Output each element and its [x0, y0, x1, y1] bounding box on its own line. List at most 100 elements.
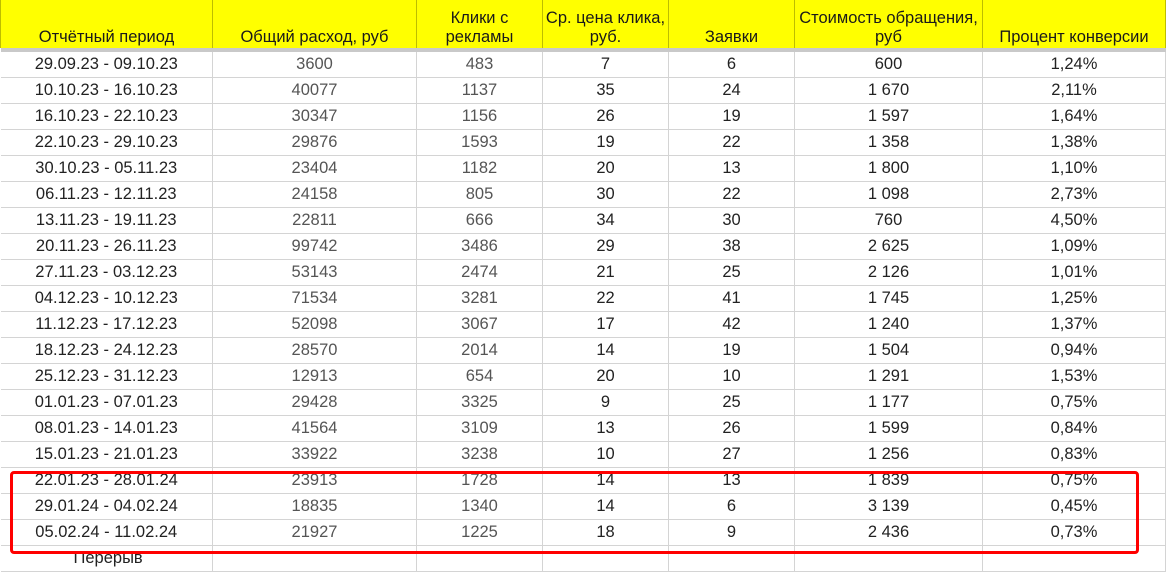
table-cell[interactable] [794, 545, 983, 572]
click-price-cell[interactable]: 14 [542, 337, 669, 364]
clicks-cell[interactable]: 3067 [416, 311, 543, 338]
click-price-cell[interactable]: 34 [542, 207, 669, 234]
conversion-cell[interactable]: 1,38% [982, 129, 1166, 156]
requests-cell[interactable]: 19 [668, 103, 795, 130]
period-cell[interactable]: 22.01.23 - 28.01.24 [0, 467, 213, 494]
period-cell[interactable]: 05.02.24 - 11.02.24 [0, 519, 213, 546]
requests-cell[interactable]: 13 [668, 155, 795, 182]
request-cost-cell[interactable]: 1 256 [794, 441, 983, 468]
clicks-cell[interactable]: 1340 [416, 493, 543, 520]
conversion-cell[interactable]: 0,83% [982, 441, 1166, 468]
clicks-cell[interactable]: 1137 [416, 77, 543, 104]
clicks-cell[interactable]: 3238 [416, 441, 543, 468]
requests-cell[interactable]: 24 [668, 77, 795, 104]
requests-cell[interactable]: 38 [668, 233, 795, 260]
click-price-cell[interactable]: 9 [542, 389, 669, 416]
spend-cell[interactable]: 41564 [212, 415, 417, 442]
table-cell[interactable] [668, 545, 795, 572]
clicks-cell[interactable]: 654 [416, 363, 543, 390]
spend-cell[interactable]: 53143 [212, 259, 417, 286]
spend-cell[interactable]: 12913 [212, 363, 417, 390]
period-cell[interactable]: 15.01.23 - 21.01.23 [0, 441, 213, 468]
requests-cell[interactable]: 27 [668, 441, 795, 468]
period-cell[interactable]: 01.01.23 - 07.01.23 [0, 389, 213, 416]
request-cost-cell[interactable]: 2 625 [794, 233, 983, 260]
request-cost-cell[interactable]: 1 291 [794, 363, 983, 390]
period-cell[interactable]: 25.12.23 - 31.12.23 [0, 363, 213, 390]
table-cell[interactable] [982, 545, 1166, 572]
spend-cell[interactable]: 18835 [212, 493, 417, 520]
period-cell[interactable]: 08.01.23 - 14.01.23 [0, 415, 213, 442]
request-cost-cell[interactable]: 1 177 [794, 389, 983, 416]
request-cost-cell[interactable]: 1 358 [794, 129, 983, 156]
period-cell[interactable]: 04.12.23 - 10.12.23 [0, 285, 213, 312]
requests-cell[interactable]: 22 [668, 181, 795, 208]
request-cost-cell[interactable]: 760 [794, 207, 983, 234]
click-price-cell[interactable]: 19 [542, 129, 669, 156]
conversion-cell[interactable]: 0,84% [982, 415, 1166, 442]
click-price-cell[interactable]: 35 [542, 77, 669, 104]
click-price-cell[interactable]: 26 [542, 103, 669, 130]
spend-cell[interactable]: 28570 [212, 337, 417, 364]
conversion-cell[interactable]: 1,64% [982, 103, 1166, 130]
conversion-cell[interactable]: 1,09% [982, 233, 1166, 260]
conversion-cell[interactable]: 0,75% [982, 389, 1166, 416]
column-header-conversion-rate[interactable]: Процент конверсии [982, 0, 1166, 48]
clicks-cell[interactable]: 1225 [416, 519, 543, 546]
clicks-cell[interactable]: 483 [416, 52, 543, 78]
clicks-cell[interactable]: 666 [416, 207, 543, 234]
click-price-cell[interactable]: 17 [542, 311, 669, 338]
click-price-cell[interactable]: 22 [542, 285, 669, 312]
clicks-cell[interactable]: 1156 [416, 103, 543, 130]
request-cost-cell[interactable]: 1 745 [794, 285, 983, 312]
click-price-cell[interactable]: 13 [542, 415, 669, 442]
column-header-total-spend[interactable]: Общий расход, руб [212, 0, 417, 48]
request-cost-cell[interactable]: 1 839 [794, 467, 983, 494]
requests-cell[interactable]: 6 [668, 52, 795, 78]
click-price-cell[interactable]: 18 [542, 519, 669, 546]
requests-cell[interactable]: 6 [668, 493, 795, 520]
spend-cell[interactable]: 29428 [212, 389, 417, 416]
conversion-cell[interactable]: 1,53% [982, 363, 1166, 390]
period-cell[interactable]: 27.11.23 - 03.12.23 [0, 259, 213, 286]
table-cell[interactable] [542, 545, 669, 572]
column-header-avg-click-price[interactable]: Ср. цена клика, руб. [542, 0, 669, 48]
conversion-cell[interactable]: 0,94% [982, 337, 1166, 364]
click-price-cell[interactable]: 20 [542, 155, 669, 182]
period-cell[interactable]: 06.11.23 - 12.11.23 [0, 181, 213, 208]
requests-cell[interactable]: 25 [668, 259, 795, 286]
request-cost-cell[interactable]: 1 504 [794, 337, 983, 364]
period-cell[interactable]: 22.10.23 - 29.10.23 [0, 129, 213, 156]
spend-cell[interactable]: 30347 [212, 103, 417, 130]
period-cell[interactable]: 30.10.23 - 05.11.23 [0, 155, 213, 182]
requests-cell[interactable]: 10 [668, 363, 795, 390]
spend-cell[interactable]: 40077 [212, 77, 417, 104]
click-price-cell[interactable]: 14 [542, 493, 669, 520]
clicks-cell[interactable]: 1182 [416, 155, 543, 182]
conversion-cell[interactable]: 4,50% [982, 207, 1166, 234]
spend-cell[interactable]: 3600 [212, 52, 417, 78]
conversion-cell[interactable]: 0,75% [982, 467, 1166, 494]
spend-cell[interactable]: 21927 [212, 519, 417, 546]
spend-cell[interactable]: 24158 [212, 181, 417, 208]
requests-cell[interactable]: 41 [668, 285, 795, 312]
click-price-cell[interactable]: 29 [542, 233, 669, 260]
period-cell[interactable]: 11.12.23 - 17.12.23 [0, 311, 213, 338]
clicks-cell[interactable]: 2014 [416, 337, 543, 364]
request-cost-cell[interactable]: 1 597 [794, 103, 983, 130]
conversion-cell[interactable]: 1,01% [982, 259, 1166, 286]
period-cell[interactable]: 18.12.23 - 24.12.23 [0, 337, 213, 364]
spend-cell[interactable]: 71534 [212, 285, 417, 312]
clicks-cell[interactable]: 1593 [416, 129, 543, 156]
request-cost-cell[interactable]: 3 139 [794, 493, 983, 520]
table-cell[interactable] [212, 545, 417, 572]
request-cost-cell[interactable]: 1 599 [794, 415, 983, 442]
conversion-cell[interactable]: 1,37% [982, 311, 1166, 338]
spend-cell[interactable]: 99742 [212, 233, 417, 260]
table-cell[interactable] [416, 545, 543, 572]
requests-cell[interactable]: 25 [668, 389, 795, 416]
requests-cell[interactable]: 26 [668, 415, 795, 442]
click-price-cell[interactable]: 10 [542, 441, 669, 468]
request-cost-cell[interactable]: 600 [794, 52, 983, 78]
clicks-cell[interactable]: 3325 [416, 389, 543, 416]
